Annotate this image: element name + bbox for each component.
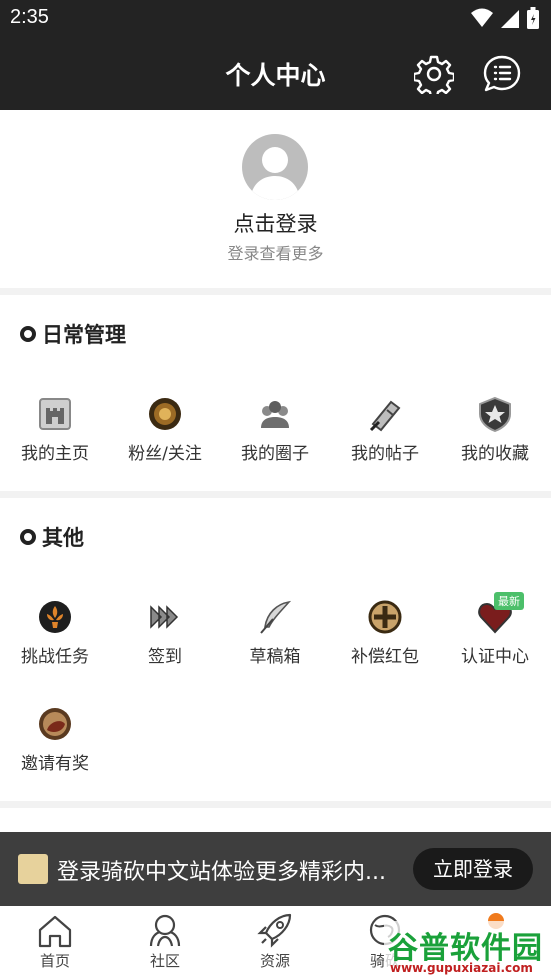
status-time: 2:35 xyxy=(10,6,49,28)
cross-circle-icon xyxy=(366,598,404,636)
tab-home[interactable]: 首页 xyxy=(0,912,110,971)
star-shield-icon xyxy=(476,395,514,433)
gift-portrait-icon xyxy=(36,705,74,743)
login-subtitle: 登录查看更多 xyxy=(227,244,324,263)
page-title: 个人中心 xyxy=(225,61,326,90)
grid-item-label: 签到 xyxy=(148,647,182,667)
rocket-icon xyxy=(255,912,295,950)
messages-button[interactable] xyxy=(481,53,523,95)
login-title[interactable]: 点击登录 xyxy=(0,208,551,238)
fast-forward-arrows-icon xyxy=(146,598,184,636)
tab-label: 资源 xyxy=(259,952,290,970)
lion-medallion-icon xyxy=(146,395,184,433)
grid-item-my-favorites[interactable]: 我的收藏 xyxy=(440,395,550,464)
grid-item-drafts[interactable]: 草稿箱 xyxy=(220,598,330,667)
section-title: 日常管理 xyxy=(42,323,126,347)
grid-item-my-circles[interactable]: 我的圈子 xyxy=(220,395,330,464)
avatar[interactable] xyxy=(242,134,308,200)
feather-icon xyxy=(256,598,294,636)
grid-item-my-posts[interactable]: 我的帖子 xyxy=(330,395,440,464)
chat-list-icon xyxy=(483,55,521,92)
grid-item-label: 粉丝/关注 xyxy=(128,444,202,464)
new-badge: 最新 xyxy=(494,592,524,610)
grid-item-label: 我的圈子 xyxy=(241,444,309,464)
grid-item-label: 邀请有奖 xyxy=(21,754,89,774)
grid-item-label: 我的帖子 xyxy=(351,444,419,464)
grid-item-invite-reward[interactable]: 邀请有奖 xyxy=(0,705,110,774)
grid-item-check-in[interactable]: 签到 xyxy=(110,598,220,667)
login-banner[interactable]: 登录骑砍中文站体验更多精彩内... 立即登录 xyxy=(0,832,551,906)
signal-icon xyxy=(501,10,519,28)
banner-message: 登录骑砍中文站体验更多精彩内... xyxy=(57,860,386,885)
status-icons xyxy=(471,7,539,29)
default-avatar-icon xyxy=(250,147,300,200)
status-bar: 2:35 xyxy=(0,0,551,38)
grid-item-fans-follow[interactable]: 粉丝/关注 xyxy=(110,395,220,464)
other-card: 其他 挑战任务 签到 草稿箱 补偿红包 最新 认证中心 邀请有奖 xyxy=(0,498,551,801)
tab-label: 社区 xyxy=(149,952,180,970)
watermark-url: www.gupuxiazai.com xyxy=(390,961,533,975)
section-title: 其他 xyxy=(42,526,84,550)
app-header: 个人中心 xyxy=(0,38,551,110)
scroll-quill-icon xyxy=(366,395,404,433)
grid-item-verification-center[interactable]: 最新 认证中心 xyxy=(440,592,550,667)
grid-item-label: 我的主页 xyxy=(21,444,89,464)
bullet-ring-icon xyxy=(20,529,36,545)
grid-item-label: 补偿红包 xyxy=(351,647,419,667)
profile-section[interactable]: 点击登录 登录查看更多 xyxy=(0,110,551,288)
settings-button[interactable] xyxy=(413,53,455,95)
app-logo xyxy=(18,854,48,884)
group-helmets-icon xyxy=(256,395,294,433)
grid-item-label: 我的收藏 xyxy=(461,444,529,464)
grid-item-my-homepage[interactable]: 我的主页 xyxy=(0,395,110,464)
tab-resources[interactable]: 资源 xyxy=(220,912,330,971)
grid-item-label: 挑战任务 xyxy=(21,647,89,667)
login-now-button[interactable]: 立即登录 xyxy=(413,848,533,890)
tab-community[interactable]: 社区 xyxy=(110,912,220,971)
watermark: 谷普软件园 www.gupuxiazai.com xyxy=(384,921,551,979)
bullet-ring-icon xyxy=(20,326,36,342)
grid-item-label: 认证中心 xyxy=(461,647,529,667)
battery-icon xyxy=(527,7,539,29)
tab-label: 首页 xyxy=(39,952,70,970)
grid-item-challenge-tasks[interactable]: 挑战任务 xyxy=(0,598,110,667)
home-icon xyxy=(35,912,75,950)
section-header: 日常管理 xyxy=(20,319,126,349)
gear-icon xyxy=(414,55,454,94)
grid-item-label: 草稿箱 xyxy=(249,647,301,667)
wifi-icon xyxy=(471,8,493,27)
grid-item-compensation-redpacket[interactable]: 补偿红包 xyxy=(330,598,440,667)
fleur-de-lis-icon xyxy=(36,598,74,636)
section-header: 其他 xyxy=(20,522,84,552)
community-icon xyxy=(145,912,185,950)
heart-badge-icon: 最新 xyxy=(476,592,524,636)
daily-management-card: 日常管理 我的主页 粉丝/关注 我的圈子 我的帖子 我的收藏 xyxy=(0,295,551,491)
castle-icon xyxy=(36,395,74,433)
